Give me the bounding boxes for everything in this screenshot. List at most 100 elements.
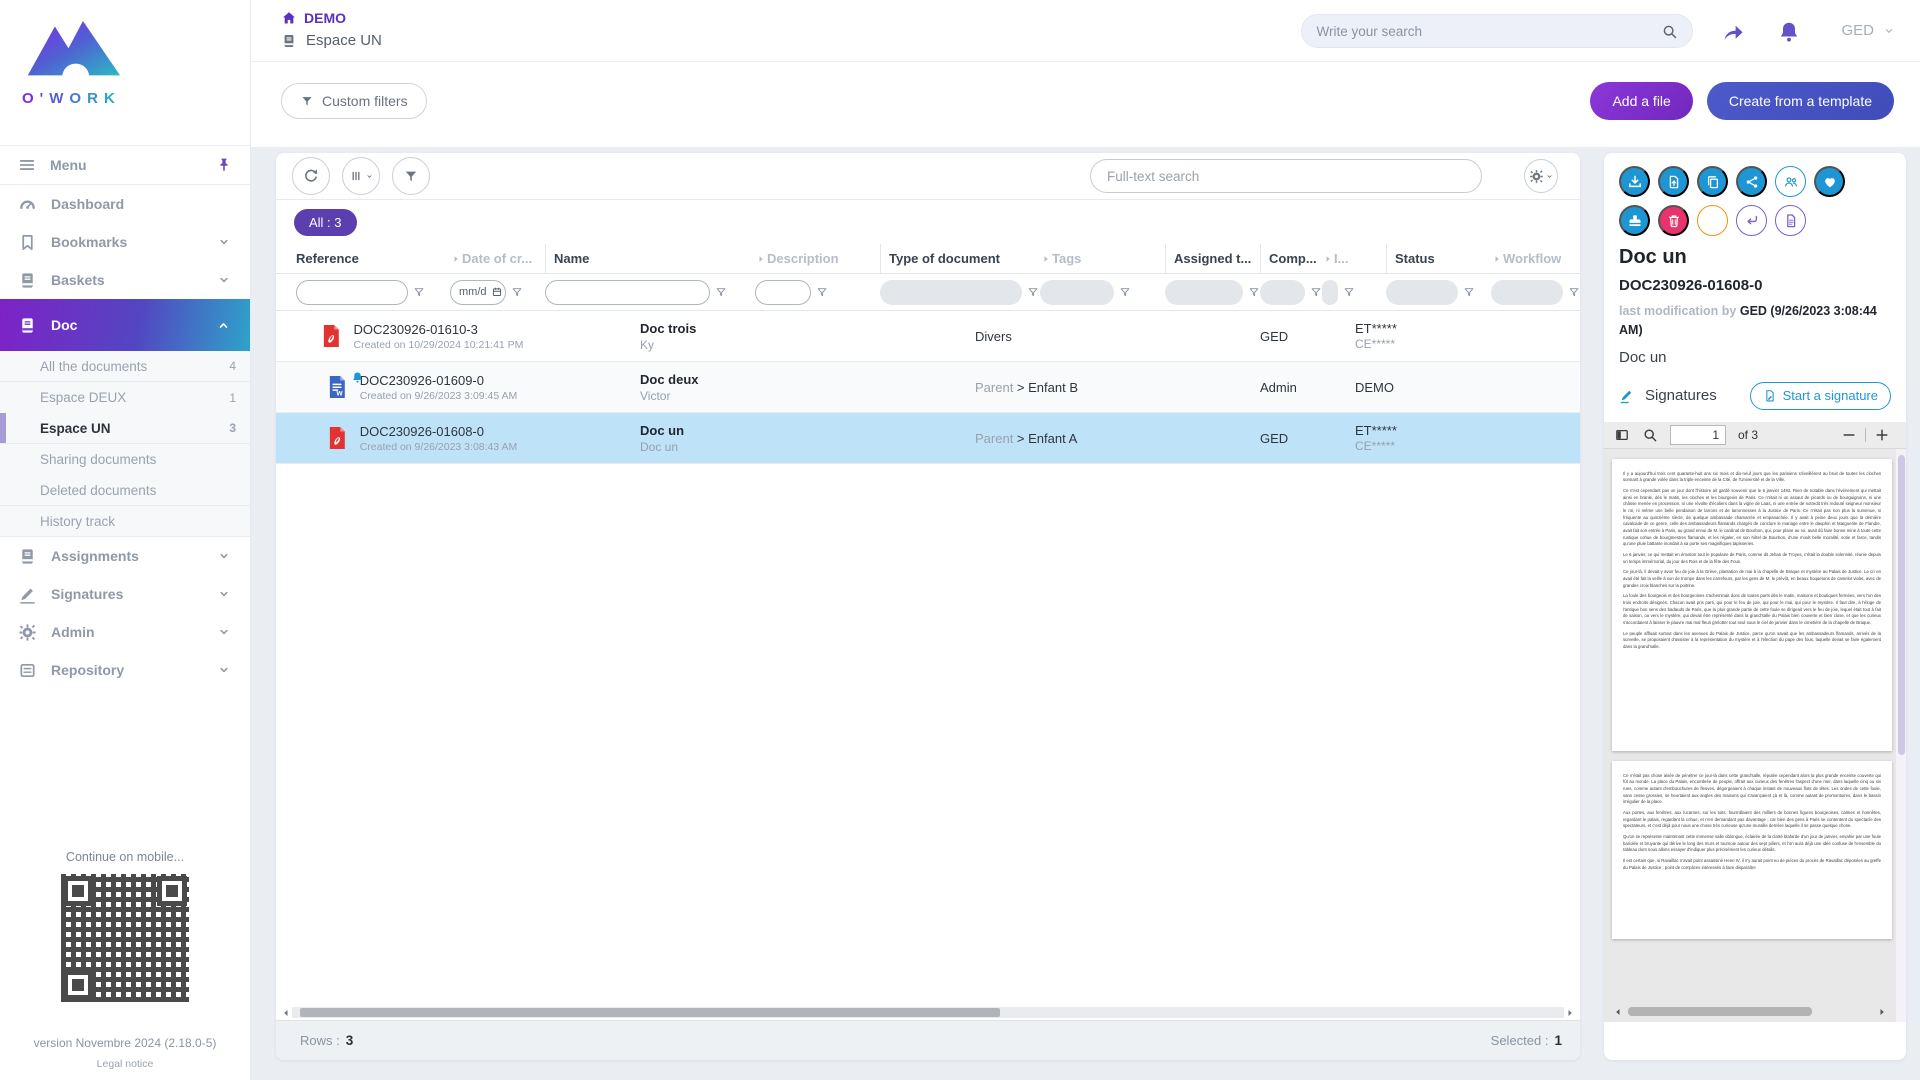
- sidebar-item-assignments[interactable]: Assignments: [0, 537, 250, 575]
- download-button[interactable]: [1619, 166, 1650, 197]
- sidebar-item-signatures[interactable]: Signatures: [0, 575, 250, 613]
- pdf-horizontal-scrollbar[interactable]: [1604, 1002, 1896, 1022]
- expand-column-icon[interactable]: [1491, 253, 1503, 265]
- zoom-out-icon[interactable]: [1841, 427, 1857, 443]
- trash-button[interactable]: [1658, 205, 1689, 236]
- app-logo[interactable]: O'WORK: [0, 0, 250, 145]
- filter-date-input[interactable]: mm/d: [450, 280, 506, 305]
- sidebar-item-bookmarks[interactable]: Bookmarks: [0, 223, 250, 261]
- legal-notice-link[interactable]: Legal notice: [97, 1058, 154, 1070]
- external-link-button[interactable]: [1697, 205, 1728, 236]
- column-header-i[interactable]: I...: [1322, 244, 1386, 273]
- filter-funnel-icon[interactable]: [816, 286, 828, 298]
- pdf-vertical-scrollbar[interactable]: [1896, 449, 1906, 1022]
- copy-button[interactable]: [1697, 166, 1728, 197]
- fulltext-search-input[interactable]: [1107, 169, 1465, 184]
- expand-column-icon[interactable]: [1040, 253, 1052, 265]
- filter-button[interactable]: [392, 157, 430, 195]
- sidebar-item-dashboard[interactable]: Dashboard: [0, 185, 250, 223]
- column-header-type-of-document[interactable]: Type of document: [880, 244, 1040, 273]
- scroll-left-icon[interactable]: [1612, 1006, 1624, 1018]
- users-button[interactable]: [1775, 166, 1806, 197]
- sidebar-toggle-icon[interactable]: [1614, 427, 1630, 443]
- sidebar-menu-toggle[interactable]: Menu: [0, 145, 250, 185]
- filter-input[interactable]: [545, 280, 710, 305]
- file-up-button[interactable]: [1658, 166, 1689, 197]
- heart-button[interactable]: [1814, 166, 1845, 197]
- filter-funnel-icon[interactable]: [511, 286, 523, 298]
- sidebar-item-baskets[interactable]: Baskets: [0, 261, 250, 299]
- bell-icon[interactable]: [1777, 20, 1801, 44]
- table-row[interactable]: DOC230926-01609-0 Created on 9/26/2023 3…: [276, 362, 1580, 413]
- sidebar-subitem-espace-un[interactable]: Espace UN3: [0, 413, 250, 444]
- share-nodes-button[interactable]: [1736, 166, 1767, 197]
- sidebar-item-doc[interactable]: Doc: [0, 299, 250, 351]
- return-button[interactable]: [1736, 205, 1767, 236]
- column-header-name[interactable]: Name: [545, 244, 755, 273]
- column-header-date-of-cr[interactable]: Date of cr...: [450, 244, 545, 273]
- breadcrumb-space[interactable]: Espace UN: [281, 32, 382, 49]
- column-header-tags[interactable]: Tags: [1040, 244, 1165, 273]
- scroll-right-icon[interactable]: [1564, 1007, 1576, 1019]
- filter-text-input[interactable]: [764, 286, 802, 298]
- user-menu[interactable]: GED: [1841, 22, 1896, 39]
- table-row[interactable]: DOC230926-01610-3 Created on 10/29/2024 …: [276, 311, 1580, 362]
- column-header-comp[interactable]: Comp...: [1260, 244, 1322, 273]
- scrollbar-thumb[interactable]: [1628, 1007, 1812, 1016]
- table-horizontal-scrollbar[interactable]: [276, 1005, 1580, 1020]
- filter-funnel-icon[interactable]: [1310, 286, 1322, 298]
- custom-filters-button[interactable]: Custom filters: [281, 83, 427, 119]
- scroll-left-icon[interactable]: [280, 1007, 292, 1019]
- column-header-status[interactable]: Status: [1386, 244, 1491, 273]
- expand-column-icon[interactable]: [755, 253, 767, 265]
- filter-funnel-icon[interactable]: [715, 286, 727, 298]
- scrollbar-thumb[interactable]: [300, 1008, 1000, 1017]
- sidebar-item-repository[interactable]: Repository: [0, 651, 250, 689]
- column-header-workflow[interactable]: Workflow: [1491, 244, 1580, 273]
- sidebar-subitem-history-track[interactable]: History track: [0, 506, 250, 537]
- document-button[interactable]: [1775, 205, 1806, 236]
- search-icon[interactable]: [1661, 23, 1678, 40]
- calendar-icon[interactable]: [491, 286, 503, 298]
- pdf-search-icon[interactable]: [1642, 427, 1658, 443]
- start-signature-button[interactable]: Start a signature: [1750, 382, 1891, 410]
- filter-funnel-icon[interactable]: [1568, 286, 1580, 298]
- expand-column-icon[interactable]: [1322, 253, 1334, 265]
- share-icon[interactable]: [1721, 20, 1745, 44]
- breadcrumb-home[interactable]: DEMO: [281, 10, 382, 26]
- pin-icon[interactable]: [216, 157, 232, 173]
- sidebar-item-admin[interactable]: Admin: [0, 613, 250, 651]
- add-a-file-button[interactable]: Add a file: [1590, 82, 1692, 120]
- create-from-template-button[interactable]: Create from a template: [1707, 82, 1894, 120]
- sidebar-subitem-sharing-documents[interactable]: Sharing documents: [0, 444, 250, 475]
- column-header-assigned-t[interactable]: Assigned t...: [1165, 244, 1260, 273]
- zoom-in-icon[interactable]: [1874, 427, 1890, 443]
- filter-text-input[interactable]: [554, 286, 701, 298]
- column-header-reference[interactable]: Reference: [296, 244, 450, 273]
- global-search-input[interactable]: [1316, 24, 1661, 39]
- table-settings-button[interactable]: [1524, 159, 1558, 193]
- table-row[interactable]: DOC230926-01608-0 Created on 9/26/2023 3…: [276, 413, 1580, 464]
- refresh-button[interactable]: [292, 157, 330, 195]
- global-search[interactable]: [1301, 14, 1693, 48]
- filter-funnel-icon[interactable]: [1343, 286, 1355, 298]
- filter-funnel-icon[interactable]: [1027, 286, 1039, 298]
- filter-text-input[interactable]: [305, 286, 399, 298]
- filter-input[interactable]: [755, 280, 811, 305]
- filter-funnel-icon[interactable]: [1119, 286, 1131, 298]
- filter-input[interactable]: [296, 280, 408, 305]
- scroll-right-icon[interactable]: [1876, 1006, 1888, 1018]
- column-header-description[interactable]: Description: [755, 244, 880, 273]
- sidebar-subitem-espace-deux[interactable]: Espace DEUX1: [0, 382, 250, 413]
- fulltext-search[interactable]: [1090, 159, 1482, 193]
- filter-funnel-icon[interactable]: [1248, 286, 1260, 298]
- sidebar-subitem-deleted-documents[interactable]: Deleted documents: [0, 475, 250, 506]
- stamp-button[interactable]: [1619, 205, 1650, 236]
- filter-funnel-icon[interactable]: [413, 286, 425, 298]
- sidebar-subitem-all-the-documents[interactable]: All the documents4: [0, 351, 250, 382]
- filter-funnel-icon[interactable]: [1463, 286, 1475, 298]
- scrollbar-thumb[interactable]: [1898, 455, 1905, 755]
- columns-button[interactable]: [342, 157, 380, 195]
- page-number-input[interactable]: [1670, 425, 1726, 445]
- expand-column-icon[interactable]: [450, 253, 462, 265]
